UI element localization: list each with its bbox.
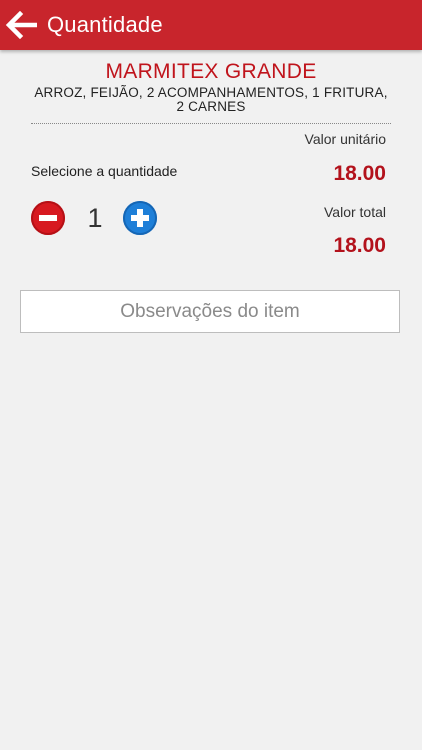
back-button[interactable] — [0, 0, 44, 50]
increase-quantity-button[interactable] — [123, 201, 157, 235]
unit-price-label: Valor unitário — [304, 131, 386, 147]
decrease-quantity-button[interactable] — [31, 201, 65, 235]
quantity-value: 1 — [87, 203, 103, 233]
app-bar: Quantidade — [0, 0, 422, 50]
total-price-label: Valor total — [324, 204, 386, 220]
quantity-label: Selecione a quantidade — [31, 163, 178, 179]
arrow-left-icon — [5, 11, 37, 39]
product-name: MARMITEX GRANDE — [105, 60, 317, 83]
plus-circle-icon — [131, 209, 149, 227]
divider — [31, 123, 391, 124]
item-notes-field[interactable]: Observações do item — [20, 290, 400, 333]
minus-circle-icon — [39, 215, 57, 221]
unit-price-value: 18.00 — [333, 162, 386, 185]
product-description: ARROZ, FEIJÃO, 2 ACOMPANHAMENTOS, 1 FRIT… — [34, 85, 388, 114]
total-price-value: 18.00 — [333, 234, 386, 257]
page-title: Quantidade — [47, 12, 163, 37]
